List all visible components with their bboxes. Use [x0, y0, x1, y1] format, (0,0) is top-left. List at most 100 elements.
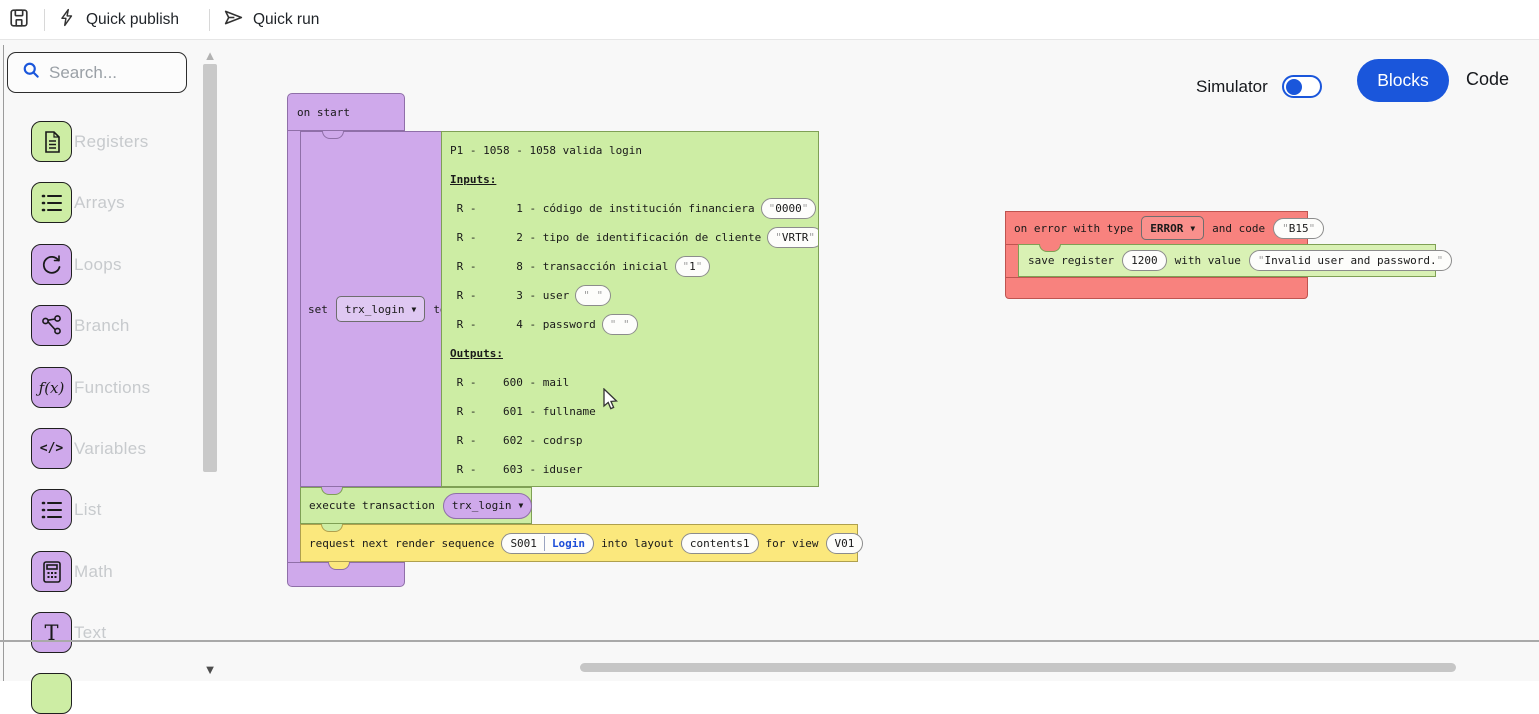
quote-mark: " [1309, 222, 1316, 235]
sidebar-item-partial[interactable] [0, 673, 200, 714]
quick-publish-label: Quick publish [86, 11, 179, 29]
block-text: R - 2 - tipo de identificación de client… [450, 231, 761, 244]
connector-notch [328, 562, 350, 570]
string-value-field[interactable]: "VRTR" [767, 227, 819, 248]
category-label: Branch [74, 305, 130, 346]
transaction-row: R - 601 - fullname [450, 397, 816, 426]
sidebar-item-functions[interactable]: ƒ(x)Functions [0, 367, 200, 408]
transaction-dropdown[interactable]: trx_login ▼ [443, 493, 532, 519]
save-button[interactable] [8, 0, 30, 40]
send-icon [223, 7, 244, 33]
sidebar-item-text[interactable]: TText [0, 612, 200, 653]
category-label: List [74, 489, 102, 530]
sidebar-item-loops[interactable]: Loops [0, 244, 200, 285]
field-text: " [683, 260, 690, 273]
sidebar-item-branch[interactable]: Branch [0, 305, 200, 346]
value-field[interactable]: "Invalid user and password." [1249, 250, 1452, 271]
field-text: " [696, 260, 703, 273]
branch-icon [31, 305, 72, 346]
block-text: P1 - 1058 - 1058 valida login [450, 144, 642, 157]
execute-transaction-block[interactable]: execute transaction trx_login ▼ [300, 487, 532, 524]
search-input[interactable] [49, 63, 179, 83]
set-variable-block[interactable]: set trx_login ▼ to [300, 131, 448, 487]
layout-name: contents1 [690, 537, 750, 550]
sidebar-item-list[interactable]: List [0, 489, 200, 530]
for-view-label: for view [766, 537, 819, 550]
sidebar-item-registers[interactable]: Registers [0, 121, 200, 162]
on-start-foot[interactable] [287, 562, 405, 587]
error-type-dropdown[interactable]: ERROR ▼ [1141, 216, 1204, 240]
register-field[interactable]: 1200 [1122, 250, 1167, 271]
with-value-label: with value [1175, 254, 1241, 267]
code-tab-button[interactable]: Code [1466, 69, 1509, 90]
quote-mark: " [1258, 254, 1265, 267]
on-start-block[interactable]: on start [287, 93, 405, 131]
blocks-tab-button[interactable]: Blocks [1357, 59, 1449, 102]
transaction-row: R - 8 - transacción inicial"1" [450, 252, 816, 281]
search-icon [21, 60, 41, 85]
string-value-field[interactable]: " " [575, 285, 611, 306]
quick-run-button[interactable]: Quick run [223, 0, 319, 40]
into-layout-label: into layout [601, 537, 674, 550]
quote-mark: " [1282, 222, 1289, 235]
transaction-row: R - 603 - iduser [450, 455, 816, 484]
simulator-label: Simulator [1196, 77, 1268, 97]
text-icon: T [31, 612, 72, 653]
transaction-row: R - 2 - tipo de identificación de client… [450, 223, 816, 252]
document-icon [31, 121, 72, 162]
string-value-field[interactable]: "1" [675, 256, 711, 277]
toolbar-divider [209, 9, 210, 31]
quote-mark: " [1437, 254, 1444, 267]
category-label: Functions [74, 367, 150, 408]
save-register-block[interactable]: save register 1200 with value "Invalid u… [1018, 244, 1436, 277]
error-code-field[interactable]: "B15" [1273, 218, 1324, 239]
on-error-body [1005, 245, 1019, 277]
on-error-block[interactable]: on error with type ERROR ▼ and code "B15… [1005, 211, 1308, 245]
fx-icon: ƒ(x) [31, 367, 72, 408]
render-label: request next render sequence [309, 537, 494, 550]
string-value-field[interactable]: " " [602, 314, 638, 335]
field-text: " [583, 289, 590, 302]
save-icon [8, 7, 30, 34]
request-render-block[interactable]: request next render sequence S001 Login … [300, 524, 858, 562]
block-text: R - 601 - fullname [450, 405, 596, 418]
sequence-name: Login [552, 537, 585, 550]
transaction-value-block[interactable]: P1 - 1058 - 1058 valida login Inputs: R -… [441, 131, 819, 487]
block-text: Inputs: [450, 173, 496, 186]
variable-dropdown[interactable]: trx_login ▼ [336, 296, 425, 322]
dropdown-arrow-icon: ▼ [1190, 224, 1195, 233]
scroll-up-icon[interactable]: ▲ [201, 48, 219, 63]
block-text: R - 1 - código de institución financiera [450, 202, 755, 215]
string-value-field[interactable]: "0000" [761, 198, 817, 219]
on-start-body [287, 131, 301, 563]
horizontal-scrollbar-thumb[interactable] [580, 663, 1456, 672]
sequence-field[interactable]: S001 Login [501, 533, 594, 554]
sidebar-item-variables[interactable]: </>Variables [0, 428, 200, 469]
transaction-row: Outputs: [450, 339, 816, 368]
sidebar-item-arrays[interactable]: Arrays [0, 182, 200, 223]
sidebar-item-math[interactable]: Math [0, 551, 200, 592]
dropdown-arrow-icon: ▼ [411, 305, 416, 314]
simulator-toggle[interactable] [1282, 75, 1322, 98]
variable-name: trx_login [345, 303, 405, 316]
block-text: Outputs: [450, 347, 503, 360]
on-error-foot[interactable] [1005, 277, 1308, 299]
scroll-down-icon[interactable]: ▼ [201, 662, 219, 677]
save-register-label: save register [1028, 254, 1114, 267]
loop-icon [31, 244, 72, 285]
quick-publish-button[interactable]: Quick publish [58, 0, 179, 40]
and-code-label: and code [1212, 222, 1265, 235]
block-text: R - 4 - password [450, 318, 596, 331]
transaction-name: trx_login [452, 499, 512, 512]
block-label: on start [297, 106, 350, 119]
on-error-label: on error with type [1014, 222, 1133, 235]
sequence-code: S001 [510, 537, 537, 550]
search-box[interactable] [7, 52, 187, 93]
quick-run-label: Quick run [253, 11, 319, 29]
error-code: B15 [1289, 222, 1309, 235]
layout-field[interactable]: contents1 [681, 533, 759, 554]
field-text: 1 [689, 260, 696, 273]
sidebar-scrollbar-thumb[interactable] [203, 64, 217, 472]
execute-label: execute transaction [309, 499, 435, 512]
view-field[interactable]: V01 [826, 533, 864, 554]
